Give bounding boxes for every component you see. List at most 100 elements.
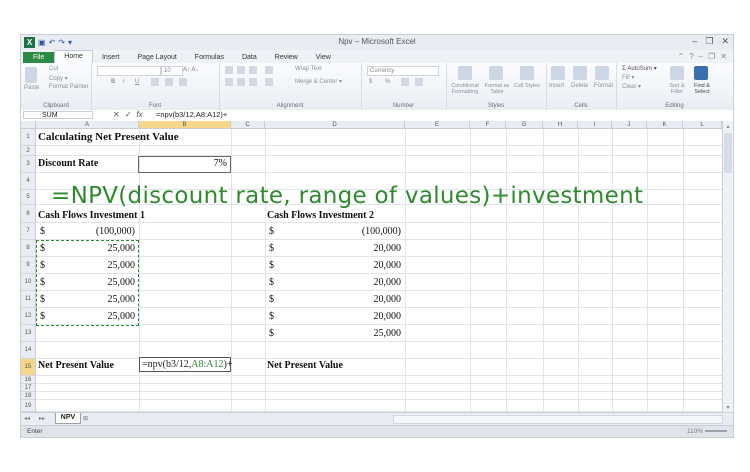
font-size-select[interactable]: 10 bbox=[161, 66, 183, 76]
minimize-ribbon-icon[interactable]: ⌃ bbox=[678, 52, 685, 61]
column-header-k[interactable]: K bbox=[647, 121, 683, 129]
column-header-h[interactable]: H bbox=[543, 121, 578, 129]
row-header[interactable]: 18 bbox=[21, 392, 36, 400]
font-color-icon[interactable] bbox=[179, 78, 187, 86]
tab-review[interactable]: Review bbox=[266, 52, 307, 63]
scroll-down-icon[interactable]: ▾ bbox=[724, 404, 732, 411]
align-right-icon[interactable] bbox=[249, 78, 257, 86]
row-header[interactable]: 8 bbox=[21, 240, 36, 257]
row-header[interactable]: 15 bbox=[21, 359, 36, 376]
new-sheet-icon[interactable]: ⊞ bbox=[83, 415, 88, 422]
indent-icon[interactable] bbox=[265, 78, 273, 86]
copy-button[interactable]: Copy ▾ bbox=[49, 75, 68, 82]
name-box[interactable]: SUM bbox=[23, 111, 93, 119]
row-header[interactable]: 6 bbox=[21, 205, 36, 223]
tab-home[interactable]: Home bbox=[54, 50, 93, 63]
align-left-icon[interactable] bbox=[225, 78, 233, 86]
zoom-slider[interactable] bbox=[705, 430, 727, 432]
cash-flow-value[interactable]: (100,000) bbox=[55, 226, 135, 237]
format-painter-button[interactable]: Format Painter bbox=[49, 84, 89, 90]
insert-button[interactable]: Insert bbox=[549, 83, 564, 89]
conditional-formatting-button[interactable]: Conditional Formatting bbox=[448, 83, 482, 95]
tab-formulas[interactable]: Formulas bbox=[186, 52, 233, 63]
row-header[interactable]: 1 bbox=[21, 129, 36, 146]
tab-page-layout[interactable]: Page Layout bbox=[128, 52, 185, 63]
row-header[interactable]: 11 bbox=[21, 291, 36, 308]
tab-data[interactable]: Data bbox=[233, 52, 266, 63]
sheet-tab-npv[interactable]: NPV bbox=[55, 413, 81, 424]
delete-button[interactable]: Delete bbox=[571, 83, 588, 89]
italic-button[interactable]: I bbox=[123, 79, 125, 85]
percent-button[interactable]: % bbox=[385, 79, 390, 85]
doc-minimize-icon[interactable]: – bbox=[699, 52, 703, 61]
cash-flow-value[interactable]: 20,000 bbox=[321, 294, 402, 305]
insert-function-icon[interactable]: fx bbox=[136, 110, 142, 120]
row-header[interactable]: 4 bbox=[21, 173, 36, 190]
tab-view[interactable]: View bbox=[307, 52, 340, 63]
merge-center-button[interactable]: Merge & Center ▾ bbox=[295, 78, 342, 85]
font-name-select[interactable] bbox=[97, 66, 161, 76]
minimize-icon[interactable]: – bbox=[692, 36, 697, 47]
enter-icon[interactable]: ✓ bbox=[125, 110, 132, 120]
restore-icon[interactable]: ❐ bbox=[705, 36, 713, 47]
row-header[interactable]: 3 bbox=[21, 156, 36, 173]
column-header-b[interactable]: B bbox=[139, 121, 231, 129]
close-icon[interactable]: ✕ bbox=[721, 36, 729, 47]
doc-restore-icon[interactable]: ❐ bbox=[708, 52, 715, 61]
paste-icon[interactable] bbox=[25, 67, 37, 83]
vertical-scrollbar[interactable]: ▴ ▾ bbox=[722, 121, 733, 412]
currency-button[interactable]: $ bbox=[369, 79, 372, 85]
grow-font-icon[interactable]: A↑ A↓ bbox=[183, 67, 198, 73]
align-center-icon[interactable] bbox=[237, 78, 245, 86]
discount-rate-value[interactable]: 7% bbox=[139, 158, 227, 169]
align-middle-icon[interactable] bbox=[237, 66, 245, 74]
column-header-e[interactable]: E bbox=[405, 121, 470, 129]
column-header-j[interactable]: J bbox=[612, 121, 647, 129]
autosum-button[interactable]: Σ AutoSum ▾ bbox=[622, 65, 657, 72]
npv-edit-cell[interactable]: =npv(b3/12,A8:A12)+ bbox=[139, 357, 232, 372]
column-header-d[interactable]: D bbox=[265, 121, 405, 129]
cash-flow-value[interactable]: 25,000 bbox=[321, 328, 402, 339]
formula-input[interactable]: =npv(b3/12,A8:A12)+ bbox=[156, 111, 227, 119]
tab-file[interactable]: File bbox=[23, 52, 55, 63]
column-header-l[interactable]: L bbox=[683, 121, 722, 129]
scroll-up-icon[interactable]: ▴ bbox=[724, 123, 732, 130]
cell-styles-button[interactable]: Cell Styles bbox=[514, 83, 540, 89]
borders-icon[interactable] bbox=[151, 78, 159, 86]
select-all-corner[interactable] bbox=[21, 121, 36, 129]
decimal-icon[interactable] bbox=[415, 78, 423, 86]
cancel-icon[interactable]: ✕ bbox=[113, 110, 120, 120]
horizontal-scrollbar[interactable] bbox=[393, 415, 723, 424]
format-as-table-button[interactable]: Format as Table bbox=[484, 83, 510, 95]
column-header-g[interactable]: G bbox=[506, 121, 543, 129]
cash-flow-value[interactable]: 20,000 bbox=[321, 277, 402, 288]
wrap-text-button[interactable]: Wrap Text bbox=[295, 66, 322, 72]
cash-flow-value[interactable]: 20,000 bbox=[321, 311, 402, 322]
format-button[interactable]: Format bbox=[594, 83, 613, 89]
cash-flow-value[interactable]: 20,000 bbox=[321, 243, 402, 254]
sort-filter-button[interactable]: Sort & Filter bbox=[666, 83, 688, 95]
bold-button[interactable]: B bbox=[111, 79, 115, 85]
row-header[interactable]: 2 bbox=[21, 146, 36, 156]
row-header[interactable]: 17 bbox=[21, 384, 36, 392]
next-sheet-icon[interactable]: ▸▸ bbox=[39, 415, 45, 422]
row-header[interactable]: 5 bbox=[21, 190, 36, 205]
align-top-icon[interactable] bbox=[225, 66, 233, 74]
conditional-formatting-icon[interactable] bbox=[458, 66, 472, 80]
column-header-f[interactable]: F bbox=[470, 121, 506, 129]
row-header[interactable]: 13 bbox=[21, 325, 36, 342]
find-select-button[interactable]: Find & Select bbox=[690, 83, 714, 95]
underline-button[interactable]: U bbox=[135, 79, 139, 85]
sort-filter-icon[interactable] bbox=[670, 66, 684, 80]
paste-button[interactable]: Paste bbox=[24, 85, 39, 91]
row-header[interactable]: 14 bbox=[21, 342, 36, 359]
row-header[interactable]: 12 bbox=[21, 308, 36, 325]
column-header-c[interactable]: C bbox=[231, 121, 265, 129]
row-header[interactable]: 16 bbox=[21, 376, 36, 384]
row-header[interactable]: 10 bbox=[21, 274, 36, 291]
delete-cells-icon[interactable] bbox=[573, 66, 587, 80]
comma-style-icon[interactable] bbox=[401, 78, 409, 86]
find-select-icon[interactable] bbox=[694, 66, 708, 80]
scroll-thumb[interactable] bbox=[724, 133, 732, 173]
cell-styles-icon[interactable] bbox=[520, 66, 534, 80]
